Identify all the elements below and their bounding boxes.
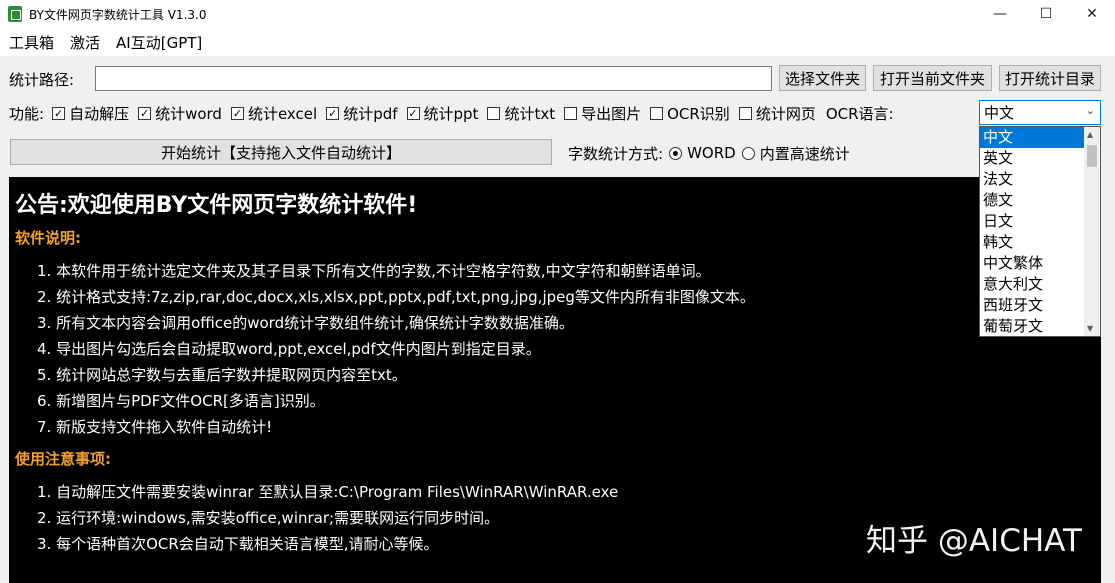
radio-dot[interactable] [741,146,755,160]
chevron-down-icon[interactable]: ⌄ [1086,104,1095,117]
watermark: 知乎 @AICHAT [866,523,1082,559]
function-label: 功能: [9,104,45,123]
list-item: 1. 本软件用于统计选定文件夹及其子目录下所有文件的字数,不计空格字符数,中文字… [37,262,711,280]
radio-builtin-fast[interactable]: 内置高速统计 [741,143,850,164]
checkbox-label: 统计excel [247,104,318,123]
menu-bar: 工具箱 激活 AI互动[GPT] [0,28,1115,56]
dropdown-option[interactable]: 意大利文 [980,274,1085,295]
count-mode: 字数统计方式: WORD 内置高速统计 [568,141,850,165]
dropdown-option[interactable]: 日文 [980,211,1085,232]
checkbox-excel[interactable]: ✓ 统计excel [230,103,318,124]
ocr-language-select[interactable]: 中文 ⌄ [979,100,1101,125]
select-folder-button[interactable]: 选择文件夹 [779,65,866,91]
ocr-language-dropdown[interactable]: 中文 英文 法文 德文 日文 韩文 中文繁体 意大利文 西班牙文 葡萄牙文 ▲ … [979,126,1101,337]
window-controls: — ☐ ✕ [977,0,1115,28]
checkbox-label: OCR识别 [667,104,730,123]
list-item: 7. 新版支持文件拖入软件自动统计! [37,418,273,436]
notice-title: 公告:欢迎使用BY文件网页字数统计软件! [15,193,418,218]
dropdown-option[interactable]: 中文 [980,127,1085,148]
title-bar: BY文件网页字数统计工具 V1.3.0 — ☐ ✕ [0,0,1115,28]
dropdown-option[interactable]: 葡萄牙文 [980,316,1085,337]
path-label: 统计路径: [9,71,75,89]
start-count-button[interactable]: 开始统计【支持拖入文件自动统计】 [10,139,552,165]
checkbox-label: 统计pdf [343,104,398,123]
open-stats-directory-button[interactable]: 打开统计目录 [999,65,1101,91]
checkbox-box[interactable]: ✓ [138,106,152,120]
checkbox-label: 统计网页 [755,104,816,123]
function-options: 功能: ✓ 自动解压 ✓ 统计word ✓ 统计excel ✓ 统计pdf ✓ 统计ppt… [9,101,906,125]
maximize-button[interactable]: ☐ [1023,0,1069,28]
menu-toolbox[interactable]: 工具箱 [9,32,54,53]
list-item: 1. 自动解压文件需要安装winrar 至默认目录:C:\Program Fil… [37,483,619,501]
radio-label: WORD [687,144,736,162]
checkbox-webpage[interactable]: 统计网页 [738,103,816,124]
ocr-language-value: 中文 [984,104,1015,122]
section-heading-description: 软件说明: [15,229,81,247]
dropdown-option[interactable]: 英文 [980,148,1085,169]
checkbox-auto-extract[interactable]: ✓ 自动解压 [52,103,129,124]
checkbox-box[interactable]: ✓ [230,106,244,120]
open-current-folder-button[interactable]: 打开当前文件夹 [873,65,992,91]
dropdown-option[interactable]: 法文 [980,169,1085,190]
checkbox-word[interactable]: ✓ 统计word [138,103,222,124]
dropdown-option[interactable]: 西班牙文 [980,295,1085,316]
dropdown-scrollbar[interactable]: ▲ ▼ [1084,127,1100,336]
menu-ai-gpt[interactable]: AI互动[GPT] [116,32,202,53]
checkbox-box[interactable] [650,106,664,120]
dropdown-option[interactable]: 中文繁体 [980,253,1085,274]
close-button[interactable]: ✕ [1069,0,1115,28]
checkbox-box[interactable]: ✓ [52,106,66,120]
list-item: 2. 统计格式支持:7z,zip,rar,doc,docx,xls,xlsx,p… [37,288,755,306]
checkbox-label: 统计word [155,104,222,123]
minimize-button[interactable]: — [977,0,1023,28]
path-input[interactable] [95,66,772,91]
checkbox-box[interactable] [564,106,578,120]
ocr-language-label: OCR语言: [825,104,894,123]
scroll-up-icon[interactable]: ▲ [1087,130,1093,139]
radio-word[interactable]: WORD [669,144,736,162]
radio-dot[interactable] [669,146,683,160]
checkbox-box[interactable]: ✓ [406,106,420,120]
scrollbar-thumb[interactable] [1087,145,1097,167]
scroll-down-icon[interactable]: ▼ [1087,324,1093,333]
list-item: 4. 导出图片勾选后会自动提取word,ppt,excel,pdf文件内图片到指… [37,340,541,358]
list-item: 3. 所有文本内容会调用office的word统计字数组件统计,确保统计字数数据… [37,314,574,332]
checkbox-box[interactable] [487,106,501,120]
window-title: BY文件网页字数统计工具 V1.3.0 [29,7,207,22]
checkbox-box[interactable]: ✓ [326,106,340,120]
section-heading-notes: 使用注意事项: [15,450,111,468]
list-item: 6. 新增图片与PDF文件OCR[多语言]识别。 [37,392,325,410]
checkbox-label: 统计txt [504,104,556,123]
dropdown-option[interactable]: 韩文 [980,232,1085,253]
checkbox-export-images[interactable]: 导出图片 [564,103,641,124]
checkbox-label: 导出图片 [581,104,642,123]
list-item: 5. 统计网站总字数与去重后字数并提取网页内容至txt。 [37,366,407,384]
checkbox-label: 自动解压 [69,104,130,123]
checkbox-box[interactable] [738,106,752,120]
count-mode-label: 字数统计方式: [568,144,664,163]
checkbox-label: 统计ppt [423,104,479,123]
checkbox-txt[interactable]: 统计txt [487,103,555,124]
dropdown-option[interactable]: 德文 [980,190,1085,211]
checkbox-ppt[interactable]: ✓ 统计ppt [406,103,479,124]
radio-label: 内置高速统计 [759,144,850,163]
app-icon [8,6,22,22]
checkbox-ocr[interactable]: OCR识别 [650,103,730,124]
checkbox-pdf[interactable]: ✓ 统计pdf [326,103,398,124]
description-list: 1. 本软件用于统计选定文件夹及其子目录下所有文件的字数,不计空格字符数,中文字… [15,258,1101,440]
menu-activate[interactable]: 激活 [70,32,100,53]
